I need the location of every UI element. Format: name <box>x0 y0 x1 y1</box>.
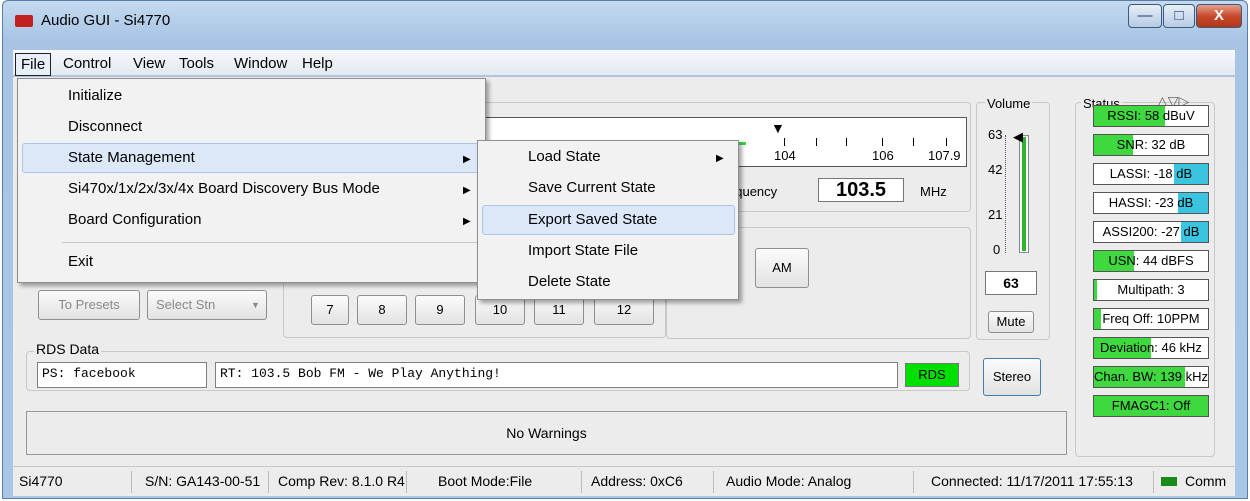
menu-item-initialize[interactable]: Initialize <box>68 81 122 111</box>
statusbar-audio-mode: Audio Mode: Analog <box>726 473 852 489</box>
am-button[interactable]: AM <box>755 248 809 288</box>
rds-rt-field[interactable]: RT: 103.5 Bob FM - We Play Anything! <box>215 362 898 388</box>
menu-item-export-saved-state[interactable]: Export Saved State <box>528 205 657 235</box>
rds-group-label: RDS Data <box>34 341 102 357</box>
status-item-text: HASSI: -23 dB <box>1108 195 1194 210</box>
status-item: Multipath: 3 <box>1093 279 1209 301</box>
status-item: LASSI: -18 dB <box>1093 163 1209 185</box>
window-title: Audio GUI - Si4770 <box>41 12 171 29</box>
volume-scale <box>1005 135 1011 253</box>
menu-item-board-discovery[interactable]: Si470x/1x/2x/3x/4x Board Discovery Bus M… <box>68 174 380 204</box>
status-item-text: Deviation: 46 kHz <box>1100 340 1202 355</box>
menu-item-exit[interactable]: Exit <box>68 247 93 277</box>
menu-item-delete-state[interactable]: Delete State <box>528 267 611 297</box>
close-button[interactable]: X <box>1196 4 1242 28</box>
mute-button[interactable]: Mute <box>988 311 1034 333</box>
state-management-submenu: Load State ▶ Save Current State Export S… <box>477 140 739 300</box>
status-level-fill <box>1094 309 1101 329</box>
menu-item-import-state-file[interactable]: Import State File <box>528 236 638 266</box>
statusbar-boot-mode: Boot Mode:File <box>438 473 533 489</box>
stereo-button[interactable]: Stereo <box>983 358 1041 396</box>
menu-bar: File Control View Tools Window Help <box>13 50 1235 76</box>
to-presets-button[interactable]: To Presets <box>38 290 140 320</box>
dial-tick-104: 104 <box>774 148 796 163</box>
menu-window[interactable]: Window <box>229 53 292 74</box>
status-item-text: RSSI: 58 dBuV <box>1107 108 1195 123</box>
status-item-text: LASSI: -18 dB <box>1109 166 1193 181</box>
status-item-text: Freq Off: 10PPM <box>1102 311 1200 326</box>
dial-tick-107-9: 107.9 <box>928 148 961 163</box>
status-item-text: Chan. BW: 139 kHz <box>1094 369 1208 384</box>
menu-item-state-management[interactable]: State Management <box>68 143 195 173</box>
status-item: HASSI: -23 dB <box>1093 192 1209 214</box>
status-item: Deviation: 46 kHz <box>1093 337 1209 359</box>
statusbar-serial: S/N: GA143-00-51 <box>145 473 261 489</box>
title-bar: Audio GUI - Si4770 — □ X <box>3 1 1247 41</box>
dial-tick-106: 106 <box>872 148 894 163</box>
submenu-arrow-icon: ▶ <box>463 185 471 196</box>
rds-indicator: RDS <box>905 363 959 387</box>
status-item-text: USN: 44 dBFS <box>1108 253 1194 268</box>
maximize-button[interactable]: □ <box>1163 4 1195 28</box>
select-station-value: Select Stn <box>156 297 216 312</box>
menu-item-disconnect[interactable]: Disconnect <box>68 112 142 142</box>
app-logo-icon <box>15 15 33 27</box>
frequency-display[interactable]: 103.5 <box>818 178 904 202</box>
status-item-text: FMAGC1: Off <box>1111 398 1191 413</box>
select-station-dropdown[interactable]: Select Stn ▼ <box>147 290 267 320</box>
preset-8-button[interactable]: 8 <box>357 295 407 325</box>
preset-7-button[interactable]: 7 <box>311 295 349 325</box>
volume-tick-0: 0 <box>993 242 1001 257</box>
statusbar-address: Address: 0xC6 <box>591 473 683 489</box>
menu-item-board-configuration[interactable]: Board Configuration <box>68 205 201 235</box>
volume-tick-63: 63 <box>988 127 1003 142</box>
status-item: RSSI: 58 dBuV <box>1093 105 1209 127</box>
volume-fill <box>1022 137 1026 251</box>
statusbar-connected: Connected: 11/17/2011 17:55:13 <box>931 473 1133 489</box>
status-item: Freq Off: 10PPM <box>1093 308 1209 330</box>
rds-ps-field[interactable]: PS: facebook <box>37 362 207 388</box>
status-item: ASSI200: -27 dB <box>1093 221 1209 243</box>
status-item: USN: 44 dBFS <box>1093 250 1209 272</box>
submenu-arrow-icon: ▶ <box>716 153 724 164</box>
status-item-text: ASSI200: -27 dB <box>1102 224 1200 239</box>
file-menu: Initialize Disconnect State Management ▶… <box>17 78 486 283</box>
submenu-arrow-icon: ▶ <box>463 154 471 165</box>
tuner-pointer-icon[interactable]: ▼ <box>771 120 785 136</box>
volume-value[interactable]: 63 <box>985 271 1037 295</box>
menu-item-save-current-state[interactable]: Save Current State <box>528 173 656 203</box>
volume-thumb-icon[interactable]: ◀ <box>1013 129 1023 145</box>
preset-9-button[interactable]: 9 <box>415 295 465 325</box>
status-item: Chan. BW: 139 kHz <box>1093 366 1209 388</box>
chevron-down-icon: ▼ <box>251 300 260 310</box>
status-bar: Si4770 S/N: GA143-00-51 Comp Rev: 8.1.0 … <box>13 466 1235 496</box>
status-level-fill <box>1094 280 1098 300</box>
menu-separator <box>62 242 480 243</box>
menu-tools[interactable]: Tools <box>174 53 219 74</box>
comm-indicator-icon <box>1161 477 1177 486</box>
menu-file[interactable]: File <box>15 53 52 76</box>
menu-help[interactable]: Help <box>297 53 338 74</box>
statusbar-device: Si4770 <box>19 473 63 489</box>
frequency-unit: MHz <box>920 184 947 199</box>
status-item: FMAGC1: Off <box>1093 395 1209 417</box>
status-item: SNR: 32 dB <box>1093 134 1209 156</box>
volume-tick-42: 42 <box>988 162 1003 177</box>
submenu-arrow-icon: ▶ <box>463 216 471 227</box>
volume-tick-21: 21 <box>988 207 1003 222</box>
statusbar-comm: Comm <box>1185 473 1227 489</box>
menu-view[interactable]: View <box>128 53 170 74</box>
status-item-text: Multipath: 3 <box>1117 282 1185 297</box>
volume-slider[interactable] <box>1019 135 1029 253</box>
volume-label: Volume <box>985 96 1033 111</box>
warnings-panel: No Warnings <box>26 411 1067 455</box>
minimize-button[interactable]: — <box>1128 4 1162 28</box>
menu-item-load-state[interactable]: Load State <box>528 142 601 172</box>
statusbar-comp-rev: Comp Rev: 8.1.0 R4 <box>278 473 405 489</box>
status-item-text: SNR: 32 dB <box>1116 137 1186 152</box>
menu-control[interactable]: Control <box>58 53 116 74</box>
